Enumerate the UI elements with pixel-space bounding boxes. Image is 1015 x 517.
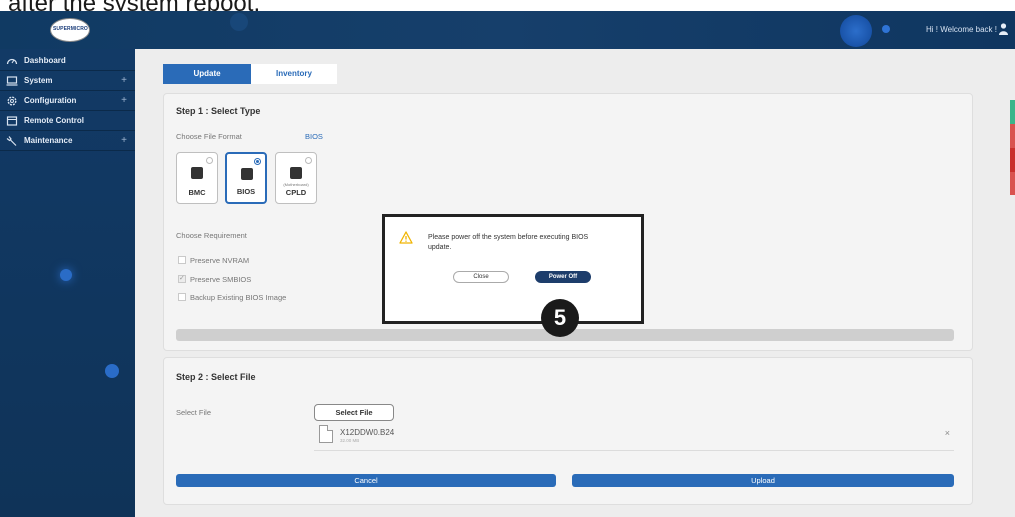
power-off-dialog: Please power off the system before execu… (382, 214, 644, 324)
top-bar: SUPERMICRO Hi ! Welcome back ! (0, 11, 1015, 49)
app-root: after the system reboot. SUPERMICRO Hi !… (0, 0, 1015, 517)
edge-stripes (1010, 100, 1015, 195)
tab-inventory[interactable]: Inventory (251, 64, 337, 84)
sidebar-item-system[interactable]: System + (0, 71, 135, 91)
type-bmc-button[interactable]: BMC (176, 152, 218, 204)
type-bios-button[interactable]: BIOS (225, 152, 267, 204)
file-size: 32.00 MB (340, 438, 360, 443)
file-format-label: Choose File Format (176, 132, 242, 141)
sidebar-item-remote-control[interactable]: Remote Control (0, 111, 135, 131)
close-button[interactable]: Close (453, 271, 509, 283)
header-decor-dot (882, 25, 890, 33)
header-decor (230, 13, 248, 31)
step2-card: Step 2 : Select File Select File Select … (163, 357, 973, 505)
preserve-nvram-checkbox[interactable] (178, 256, 186, 264)
preserve-smbios-label: Preserve SMBIOS (190, 275, 252, 284)
backup-bios-checkbox[interactable] (178, 293, 186, 301)
wrench-icon (6, 136, 17, 146)
warning-icon (399, 231, 413, 244)
preserve-smbios-checkbox[interactable] (178, 274, 186, 283)
radio-indicator (206, 157, 213, 164)
sidebar-item-configuration[interactable]: Configuration + (0, 91, 135, 111)
cancel-button[interactable]: Cancel (176, 474, 556, 487)
select-file-button[interactable]: Select File (314, 404, 394, 421)
tab-update[interactable]: Update (163, 64, 251, 84)
gear-icon (7, 96, 17, 106)
tab-bar: Update Inventory (163, 64, 337, 84)
remove-file-icon[interactable]: × (945, 428, 950, 438)
backup-bios-label: Backup Existing BIOS Image (190, 293, 287, 302)
monitor-icon (6, 76, 18, 86)
dialog-message: Please power off the system before execu… (428, 234, 589, 251)
type-cpld-button[interactable]: (Motherboard) CPLD (275, 152, 317, 204)
header-decor-circle (840, 15, 872, 47)
window-icon (6, 116, 18, 126)
dialog-body: Please power off the system before execu… (385, 217, 641, 321)
step2-title: Step 2 : Select File (176, 372, 256, 382)
file-icon (319, 425, 333, 443)
sidebar-item-dashboard[interactable]: Dashboard (0, 51, 135, 71)
radio-indicator (254, 158, 261, 165)
type-sublabel: (Motherboard) (283, 182, 309, 187)
sidebar-item-maintenance[interactable]: Maintenance + (0, 131, 135, 151)
file-format-value: BIOS (305, 132, 323, 141)
type-label: BMC (188, 188, 206, 197)
chip-icon (290, 167, 302, 179)
select-file-label: Select File (176, 408, 212, 417)
requirement-label: Choose Requirement (176, 231, 247, 240)
type-label: BIOS (236, 187, 256, 196)
type-label: CPLD (285, 188, 307, 197)
sidebar-decor-dot (105, 364, 119, 378)
sidebar-item-label: Maintenance (24, 136, 73, 145)
sidebar-item-label: Remote Control (24, 116, 84, 125)
file-name: X12DDW0.B24 (340, 428, 395, 437)
sidebar-item-label: Configuration (24, 96, 77, 105)
chip-icon (191, 167, 203, 179)
welcome-text: Hi ! Welcome back ! (926, 25, 997, 34)
step1-title: Step 1 : Select Type (176, 106, 261, 116)
divider (314, 450, 954, 451)
preserve-nvram-label: Preserve NVRAM (190, 256, 250, 265)
dashboard-icon (6, 58, 18, 65)
sidebar: Dashboard System + Configuration + Remot… (0, 49, 135, 517)
expand-plus-icon[interactable]: + (121, 75, 127, 86)
upload-button[interactable]: Upload (572, 474, 954, 487)
sidebar-decor-dot (60, 269, 72, 281)
power-off-button[interactable]: Power Off (535, 271, 591, 283)
sidebar-item-label: Dashboard (24, 56, 66, 65)
expand-plus-icon[interactable]: + (121, 135, 127, 146)
sidebar-item-label: System (24, 76, 53, 85)
radio-indicator (305, 157, 312, 164)
brand-logo[interactable]: SUPERMICRO (50, 18, 90, 42)
user-icon[interactable] (999, 23, 1008, 35)
chip-icon (241, 168, 253, 180)
step-number-badge: 5 (541, 299, 579, 337)
expand-plus-icon[interactable]: + (121, 95, 127, 106)
brand-logo-text: SUPERMICRO (53, 26, 88, 32)
